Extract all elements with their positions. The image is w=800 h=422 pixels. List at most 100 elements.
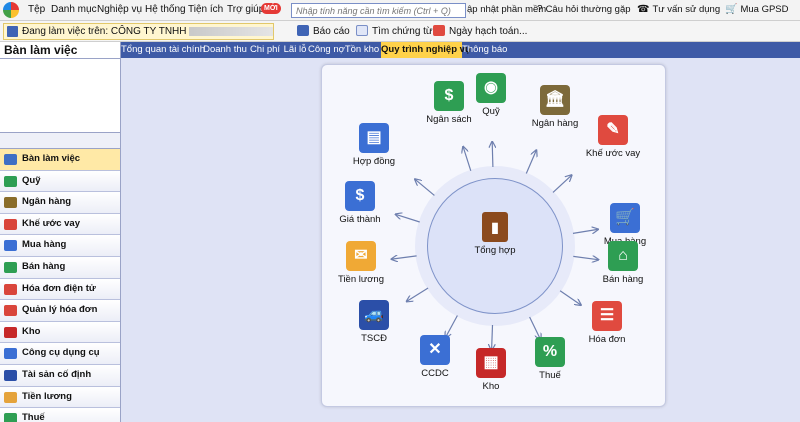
tab-profit-loss[interactable]: Lãi lỗ <box>282 42 308 58</box>
process-arrow <box>492 324 493 350</box>
cost-price-icon: $ <box>345 181 375 211</box>
loan-icon <box>4 218 17 230</box>
process-arrow <box>415 179 435 196</box>
safe-icon: ◉ <box>476 73 506 103</box>
diagram-node-cost-price[interactable]: $ Giá thành <box>325 181 395 225</box>
company-label: Đang làm việc trên: CÔNG TY TNHH <box>22 26 187 37</box>
store-icon <box>4 261 17 273</box>
sidebar-item-label: Quỹ <box>22 174 41 186</box>
tax-percent-icon: % <box>535 337 565 367</box>
toolbar: Đang làm việc trên: CÔNG TY TNHH Báo cáo… <box>0 21 800 42</box>
sidebar-item-cart[interactable]: Mua hàng <box>0 235 120 257</box>
diagram-node-label: TSCĐ <box>361 333 387 344</box>
tools-icon: ✕ <box>420 335 450 365</box>
tab-revenue[interactable]: Doanh thu <box>202 42 248 58</box>
diagram-node-safe[interactable]: ◉ Quỹ <box>456 73 526 117</box>
salary-icon <box>4 391 17 403</box>
diagram-node-label: Hợp đồng <box>352 156 396 167</box>
sidebar-item-label: Mua hàng <box>22 239 67 251</box>
menu-file[interactable]: Tệp <box>28 4 45 15</box>
tab-expenses[interactable]: Chi phí <box>248 42 282 58</box>
menu-catalog[interactable]: Danh mục <box>51 4 97 15</box>
sidebar-item-store[interactable]: Bán hàng <box>0 256 120 279</box>
sidebar-item-label: Ngân hàng <box>22 196 72 208</box>
diagram-node-label: Kho <box>482 381 500 392</box>
tab-notifications[interactable]: Thông báo <box>462 42 507 58</box>
sidebar-item-loan[interactable]: Khế ước vay <box>0 213 120 236</box>
warehouse-icon <box>4 326 17 338</box>
tab-financial-overview[interactable]: Tổng quan tài chính <box>121 42 205 58</box>
new-badge: MỚI <box>261 3 281 14</box>
salary-envelope-icon: ✉ <box>346 241 376 271</box>
consult-button[interactable]: ☎ Tư vấn sử dụng <box>637 4 720 15</box>
feature-search-input[interactable] <box>291 3 466 18</box>
process-arrow <box>407 287 429 301</box>
process-arrow <box>492 142 493 168</box>
diagram-node-loan-contract[interactable]: ✎ Khế ước vay <box>578 115 648 159</box>
faq-button[interactable]: ? Câu hỏi thường gặp <box>537 4 631 15</box>
process-arrow <box>396 214 420 223</box>
diagram-node-label: CCDC <box>421 368 449 379</box>
diagram-node-store[interactable]: ⌂ Bán hàng <box>588 241 658 285</box>
menu-operations[interactable]: Nghiệp vụ <box>97 4 142 15</box>
sidebar-item-safe[interactable]: Quỹ <box>0 170 120 193</box>
report-button[interactable]: Báo cáo <box>297 25 350 37</box>
left-panel-title: Bàn làm việc <box>0 42 120 59</box>
safe-icon <box>4 175 17 187</box>
invoice-icon <box>4 305 17 317</box>
report-icon <box>297 25 309 36</box>
question-icon: ? <box>537 4 543 15</box>
sidebar-item-warehouse[interactable]: Kho <box>0 321 120 344</box>
sidebar-item-tools[interactable]: Công cụ dụng cụ <box>0 343 120 365</box>
left-panel: Bàn làm việc Bàn làm việc Quỹ Ngân hàng Khế… <box>0 42 121 422</box>
calendar-icon <box>433 25 445 36</box>
sidebar-item-car[interactable]: Tài sản cố định <box>0 364 120 387</box>
update-software-button[interactable]: ập nhật phần mềm <box>467 4 546 15</box>
diagram-node-label: Bán hàng <box>602 274 644 285</box>
diagram-node-label: Khế ước vay <box>585 148 641 159</box>
store-icon: ⌂ <box>608 241 638 271</box>
diagram-node-label: Ngân hàng <box>531 118 579 129</box>
sidebar-item-invoice[interactable]: Quản lý hóa đơn <box>0 300 120 322</box>
app-logo-icon[interactable] <box>3 2 19 18</box>
sidebar-item-bank[interactable]: Ngân hàng <box>0 192 120 214</box>
sidebar-item-einvoice[interactable]: Hóa đơn điện tử <box>0 278 120 301</box>
search-icon <box>356 25 368 36</box>
company-selector[interactable]: Đang làm việc trên: CÔNG TY TNHH <box>3 23 274 40</box>
tab-bar: Tổng quan tài chính Doanh thu Chi phí Lã… <box>121 42 800 58</box>
sidebar-item-label: Hóa đơn điện tử <box>22 282 96 294</box>
car-icon <box>4 369 17 381</box>
cart-icon <box>4 240 17 252</box>
loan-contract-icon: ✎ <box>598 115 628 145</box>
diagram-node-label: Giá thành <box>339 214 381 225</box>
diagram-node-label: Tiền lương <box>337 274 385 285</box>
support-icon: ☎ <box>637 4 650 15</box>
tools-icon <box>4 348 17 360</box>
tab-inventory[interactable]: Tồn kho <box>343 42 381 58</box>
diagram-node-car[interactable]: 🚙 TSCĐ <box>339 300 409 344</box>
diagram-node-contract[interactable]: ▤ Hợp đồng <box>339 123 409 167</box>
menu-utilities[interactable]: Tiện ích <box>188 4 223 15</box>
menu-help[interactable]: Trợ giúp <box>227 4 264 15</box>
find-voucher-button[interactable]: Tìm chứng từ ... <box>356 25 444 37</box>
sidebar-item-tax[interactable]: Thuế <box>0 408 120 422</box>
sidebar-item-label: Thuế <box>22 412 45 422</box>
sidebar-item-label: Tiền lương <box>22 390 72 402</box>
diagram-node-general-ledger[interactable]: ▮ Tổng hợp <box>460 212 530 256</box>
sidebar-item-label: Bán hàng <box>22 260 66 272</box>
dashboard-icon <box>4 154 17 165</box>
sidebar-item-dashboard[interactable]: Bàn làm việc <box>0 149 120 171</box>
process-arrow <box>552 175 571 193</box>
diagram-node-tools[interactable]: ✕ CCDC <box>400 335 470 379</box>
diagram-node-salary-envelope[interactable]: ✉ Tiền lương <box>326 241 396 285</box>
contract-icon: ▤ <box>359 123 389 153</box>
diagram-node-label: Thuế <box>539 370 561 381</box>
posting-date-button[interactable]: Ngày hạch toán... <box>433 25 527 37</box>
diagram-node-label: Quỹ <box>482 106 500 117</box>
sidebar-item-salary[interactable]: Tiền lương <box>0 386 120 409</box>
menu-system[interactable]: Hệ thống <box>145 4 186 15</box>
tab-debts[interactable]: Công nợ <box>308 42 345 58</box>
tab-business-process[interactable]: Quy trình nghiệp vụ <box>381 42 471 58</box>
sidebar-item-label: Kho <box>22 325 41 337</box>
buy-license-button[interactable]: 🛒 Mua GPSD <box>725 4 789 15</box>
